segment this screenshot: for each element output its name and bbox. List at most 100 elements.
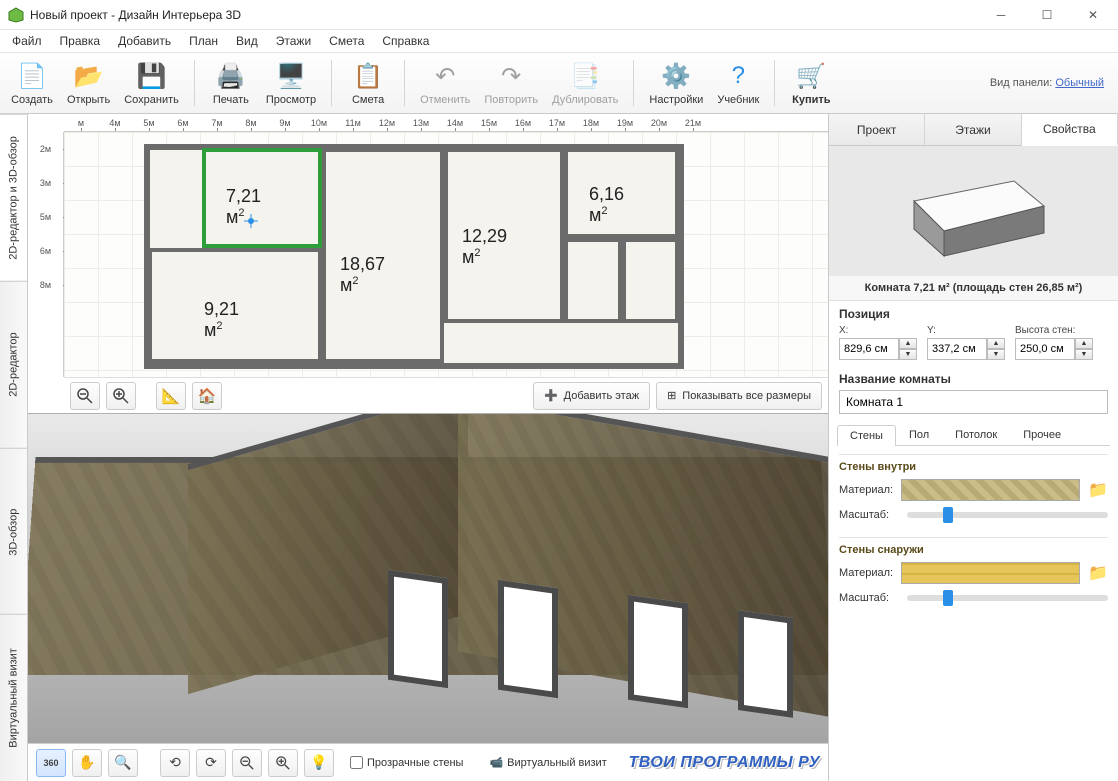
- pos-x-input[interactable]: [839, 338, 899, 360]
- walls-inside-group: Стены внутри Материал: 📁 Масштаб:: [839, 454, 1108, 529]
- subtab-walls[interactable]: Стены: [837, 425, 896, 446]
- inside-scale-slider[interactable]: [907, 512, 1108, 518]
- menu-file[interactable]: Файл: [4, 32, 50, 50]
- panel-mode: Вид панели: Обычный: [990, 77, 1112, 89]
- inside-material-browse[interactable]: 📁: [1088, 480, 1108, 500]
- tool-save[interactable]: 💾Сохранить: [119, 55, 184, 111]
- home-button[interactable]: 🏠: [192, 382, 222, 410]
- save-icon: 💾: [136, 60, 168, 92]
- maximize-button[interactable]: ☐: [1024, 0, 1070, 30]
- properties-panel: Проект Этажи Свойства Комната 7,21 м² (п…: [828, 114, 1118, 781]
- spin-up[interactable]: ▲: [987, 338, 1005, 349]
- room-name-section: Название комнаты: [829, 366, 1118, 420]
- outside-scale-slider[interactable]: [907, 595, 1108, 601]
- tool-estimate[interactable]: 📋Смета: [342, 55, 394, 111]
- subtab-floor[interactable]: Пол: [896, 424, 942, 445]
- spin-up[interactable]: ▲: [899, 338, 917, 349]
- spin-down[interactable]: ▼: [899, 349, 917, 360]
- menu-edit[interactable]: Правка: [52, 32, 109, 50]
- menu-floors[interactable]: Этажи: [268, 32, 319, 50]
- tool-duplicate[interactable]: 📑Дублировать: [547, 55, 623, 111]
- tool-settings[interactable]: ⚙️Настройки: [644, 55, 708, 111]
- menu-plan[interactable]: План: [181, 32, 226, 50]
- titlebar: Новый проект - Дизайн Интерьера 3D ─ ☐ ✕: [0, 0, 1118, 30]
- ruler-horizontal: м4м5м6м7м8м9м10м11м12м13м14м15м16м17м18м…: [64, 114, 828, 132]
- measure-button[interactable]: 📐: [156, 382, 186, 410]
- print-icon: 🖨️: [215, 60, 247, 92]
- tab-2d[interactable]: 2D-редактор: [0, 281, 27, 448]
- help-icon: ?: [722, 60, 754, 92]
- subtab-other[interactable]: Прочее: [1010, 424, 1074, 445]
- pos-y-input[interactable]: [927, 338, 987, 360]
- redo-icon: ↷: [495, 60, 527, 92]
- rtab-properties[interactable]: Свойства: [1022, 114, 1118, 146]
- position-section: Позиция X: ▲▼ Y: ▲▼ Высота стен: ▲▼: [829, 301, 1118, 366]
- view3d-toolbar: 360 ✋ 🔍 ⟲ ⟳ 💡 Прозрачные стены 📹Виртуаль…: [28, 743, 828, 781]
- menu-estimate[interactable]: Смета: [321, 32, 372, 50]
- tool-undo[interactable]: ↶Отменить: [415, 55, 475, 111]
- tool-redo[interactable]: ↷Повторить: [479, 55, 543, 111]
- inside-material-swatch[interactable]: [901, 479, 1080, 501]
- spin-up[interactable]: ▲: [1075, 338, 1093, 349]
- light-button[interactable]: 💡: [304, 749, 334, 777]
- walls-outside-group: Стены снаружи Материал: 📁 Масштаб:: [839, 537, 1108, 612]
- minimize-button[interactable]: ─: [978, 0, 1024, 30]
- menubar: Файл Правка Добавить План Вид Этажи Смет…: [0, 30, 1118, 52]
- transparent-walls-checkbox[interactable]: Прозрачные стены: [350, 756, 463, 769]
- menu-help[interactable]: Справка: [374, 32, 437, 50]
- tool-preview[interactable]: 🖥️Просмотр: [261, 55, 321, 111]
- spin-down[interactable]: ▼: [987, 349, 1005, 360]
- panel-mode-link[interactable]: Обычный: [1055, 77, 1104, 89]
- tool-create[interactable]: 📄Создать: [6, 55, 58, 111]
- new-icon: 📄: [16, 60, 48, 92]
- site-watermark: ТВОИ ПРОГРАММЫ РУ: [629, 754, 821, 772]
- rtab-floors[interactable]: Этажи: [925, 114, 1021, 145]
- cart-icon: 🛒: [795, 60, 827, 92]
- pan-button[interactable]: ✋: [72, 749, 102, 777]
- rotate-right-button[interactable]: ⟳: [196, 749, 226, 777]
- room-name-input[interactable]: [839, 390, 1108, 414]
- undo-icon: ↶: [429, 60, 461, 92]
- tab-3d[interactable]: 3D-обзор: [0, 448, 27, 615]
- plan-view[interactable]: м4м5м6м7м8м9м10м11м12м13м14м15м16м17м18м…: [28, 114, 828, 414]
- tab-2d-3d[interactable]: 2D-редактор и 3D-обзор: [0, 114, 27, 281]
- menu-add[interactable]: Добавить: [110, 32, 179, 50]
- tool-print[interactable]: 🖨️Печать: [205, 55, 257, 111]
- rotate-left-button[interactable]: ⟲: [160, 749, 190, 777]
- close-button[interactable]: ✕: [1070, 0, 1116, 30]
- app-icon: [8, 7, 24, 23]
- menu-view[interactable]: Вид: [228, 32, 266, 50]
- orbit-360-button[interactable]: 360: [36, 749, 66, 777]
- room-summary: Комната 7,21 м² (площадь стен 26,85 м²): [829, 276, 1118, 301]
- tool-tutorial[interactable]: ?Учебник: [712, 55, 764, 111]
- tab-virtual[interactable]: Виртуальный визит: [0, 614, 27, 781]
- zoom-out-3d-button[interactable]: [232, 749, 262, 777]
- virtual-visit-button[interactable]: 📹Виртуальный визит: [489, 756, 606, 769]
- zoom-out-button[interactable]: [70, 382, 100, 410]
- plus-layers-icon: ➕: [544, 389, 558, 402]
- spin-down[interactable]: ▼: [1075, 349, 1093, 360]
- surface-tabs: Стены Пол Потолок Прочее: [837, 424, 1110, 446]
- tool-open[interactable]: 📂Открыть: [62, 55, 115, 111]
- window-title: Новый проект - Дизайн Интерьера 3D: [30, 8, 978, 22]
- tool-buy[interactable]: 🛒Купить: [785, 55, 837, 111]
- show-dimensions-button[interactable]: ⊞Показывать все размеры: [656, 382, 822, 410]
- plan-canvas[interactable]: 7,21 м2 6,16 м2 12,29 м2 18,67 м2 9,21 м…: [64, 132, 828, 377]
- main-toolbar: 📄Создать 📂Открыть 💾Сохранить 🖨️Печать 🖥️…: [0, 52, 1118, 114]
- view-3d[interactable]: 360 ✋ 🔍 ⟲ ⟳ 💡 Прозрачные стены 📹Виртуаль…: [28, 414, 828, 781]
- estimate-icon: 📋: [352, 60, 384, 92]
- zoom-3d-button[interactable]: 🔍: [108, 749, 138, 777]
- zoom-in-3d-button[interactable]: [268, 749, 298, 777]
- outside-material-swatch[interactable]: [901, 562, 1080, 584]
- folder-icon: 📂: [73, 60, 105, 92]
- zoom-in-button[interactable]: [106, 382, 136, 410]
- subtab-ceiling[interactable]: Потолок: [942, 424, 1010, 445]
- camera-icon: 📹: [489, 756, 503, 769]
- wall-height-input[interactable]: [1015, 338, 1075, 360]
- add-floor-button[interactable]: ➕Добавить этаж: [533, 382, 650, 410]
- monitor-icon: 🖥️: [275, 60, 307, 92]
- rtab-project[interactable]: Проект: [829, 114, 925, 145]
- dimensions-icon: ⊞: [667, 389, 676, 402]
- left-tabstrip: 2D-редактор и 3D-обзор 2D-редактор 3D-об…: [0, 114, 28, 781]
- outside-material-browse[interactable]: 📁: [1088, 563, 1108, 583]
